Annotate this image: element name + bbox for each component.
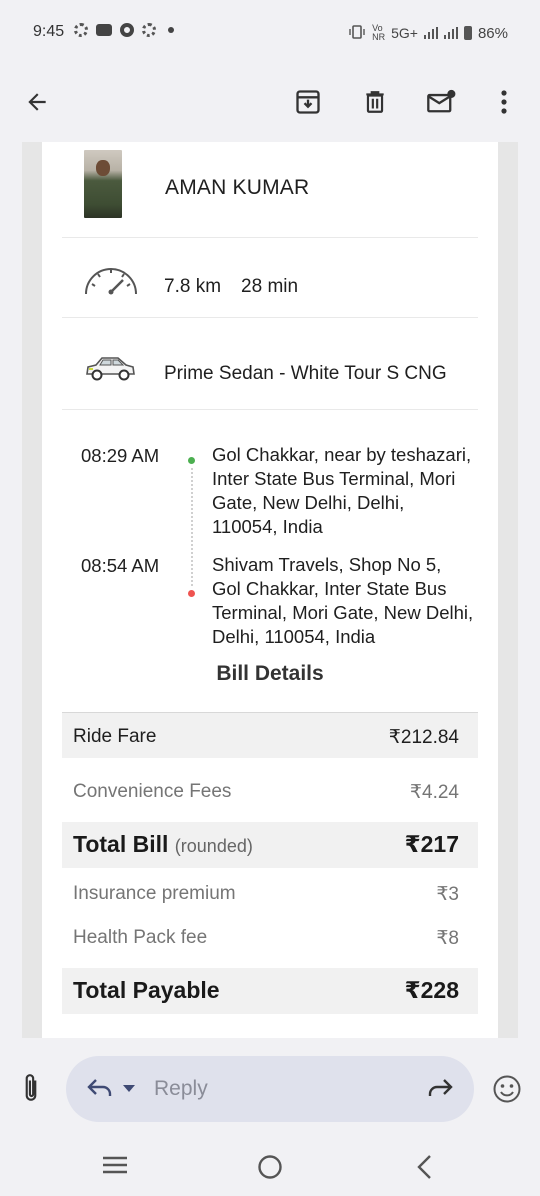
mark-unread-icon <box>427 89 456 113</box>
app-bar <box>0 64 540 142</box>
arrow-back-icon <box>28 93 46 111</box>
trip-distance: 7.8 km <box>164 276 222 297</box>
pickup-time: 08:29 AM <box>81 445 160 466</box>
reply-placeholder: Reply <box>154 1077 208 1100</box>
more-options-button[interactable] <box>484 82 524 122</box>
health-pack-value: ₹8 <box>436 928 459 949</box>
mark-unread-button[interactable] <box>421 82 461 122</box>
delete-button[interactable] <box>355 82 395 122</box>
pickup-dot-icon <box>188 457 195 464</box>
driver-photo <box>84 150 122 218</box>
settings-notification-icon <box>74 23 88 37</box>
system-back-button[interactable] <box>416 1154 434 1185</box>
total-payable-label: Total Payable <box>73 977 220 1003</box>
home-icon <box>258 1155 282 1179</box>
settings-notification-icon-2 <box>142 23 156 37</box>
insurance-value: ₹3 <box>436 884 459 905</box>
reply-area: Reply <box>0 1038 540 1138</box>
emoji-button[interactable] <box>492 1074 522 1109</box>
emoji-icon <box>493 1075 521 1103</box>
total-bill-value: ₹217 <box>404 831 459 857</box>
back-button[interactable] <box>17 82 57 122</box>
convenience-fee-label: Convenience Fees <box>73 781 232 802</box>
drop-time: 08:54 AM <box>81 555 160 576</box>
status-right: Vo NR 5G+ 86% <box>348 24 508 42</box>
attach-icon <box>25 1074 37 1101</box>
status-bar: 9:45 Vo NR 5G+ 86% <box>0 0 540 64</box>
status-time: 9:45 <box>33 23 65 40</box>
drop-dot-icon <box>188 590 195 597</box>
insurance-label: Insurance premium <box>73 883 236 904</box>
recent-apps-icon <box>103 1156 127 1174</box>
more-vert-icon <box>501 90 507 114</box>
health-pack-row: Health Pack fee ₹8 <box>62 924 478 958</box>
total-payable-value: ₹228 <box>404 977 459 1003</box>
insurance-row: Insurance premium ₹3 <box>62 880 478 914</box>
total-bill-row: Total Bill (rounded) ₹217 <box>62 822 478 868</box>
system-nav-bar <box>0 1138 540 1196</box>
youtube-notification-icon <box>96 24 112 36</box>
recent-apps-button[interactable] <box>102 1154 128 1181</box>
pickup-address: Gol Chakkar, near by teshazari, Inter St… <box>212 444 472 537</box>
chevron-left-icon <box>417 1155 431 1179</box>
signal-icon <box>423 27 438 39</box>
speedometer-icon <box>85 268 137 295</box>
trip-duration: 28 min <box>241 276 299 297</box>
total-bill-label: Total Bill <box>73 831 169 857</box>
vibrate-icon <box>348 24 366 42</box>
distance-row: 7.8 km 28 min <box>62 238 478 318</box>
ride-fare-value: ₹212.84 <box>388 727 459 748</box>
battery-level: 86% <box>477 24 508 42</box>
battery-icon <box>463 26 472 40</box>
driver-name: AMAN KUMAR <box>165 176 310 199</box>
more-notifications-icon <box>168 27 174 33</box>
signal-icon-2 <box>443 27 458 39</box>
reply-icon <box>87 1079 112 1096</box>
forward-icon[interactable] <box>426 1076 454 1100</box>
ride-fare-row: Ride Fare ₹212.84 <box>62 712 478 758</box>
route-line <box>191 468 193 586</box>
total-bill-sublabel: (rounded) <box>174 836 253 856</box>
chevron-down-icon[interactable] <box>123 1085 135 1092</box>
vehicle-name: Prime Sedan - White Tour S CNG <box>164 363 447 384</box>
bill-title: Bill Details <box>216 662 324 685</box>
notification-icons <box>74 23 174 37</box>
archive-icon <box>296 90 320 114</box>
attach-button[interactable] <box>18 1072 44 1109</box>
delete-icon <box>366 91 384 113</box>
health-pack-label: Health Pack fee <box>73 927 208 948</box>
archive-button[interactable] <box>288 82 328 122</box>
vehicle-row: Prime Sedan - White Tour S CNG <box>62 318 478 410</box>
drop-address: Shivam Travels, Shop No 5, Gol Chakkar, … <box>212 554 474 647</box>
convenience-fee-row: Convenience Fees ₹4.24 <box>62 772 478 812</box>
network-label: 5G+ <box>391 25 418 41</box>
convenience-fee-value: ₹4.24 <box>409 782 459 803</box>
record-notification-icon <box>120 23 134 37</box>
trip-timeline: 08:29 AM Gol Chakkar, near by teshazari,… <box>62 410 478 660</box>
reply-field[interactable]: Reply <box>66 1056 474 1122</box>
car-icon <box>86 357 135 381</box>
total-payable-row: Total Payable ₹228 <box>62 968 478 1014</box>
ride-fare-label: Ride Fare <box>73 726 157 747</box>
driver-row: AMAN KUMAR <box>62 142 478 238</box>
volte-icon: Vo NR <box>372 23 386 42</box>
home-button[interactable] <box>257 1154 283 1185</box>
receipt-card: AMAN KUMAR 7.8 km 28 min Prime Sedan - W… <box>42 142 498 1038</box>
